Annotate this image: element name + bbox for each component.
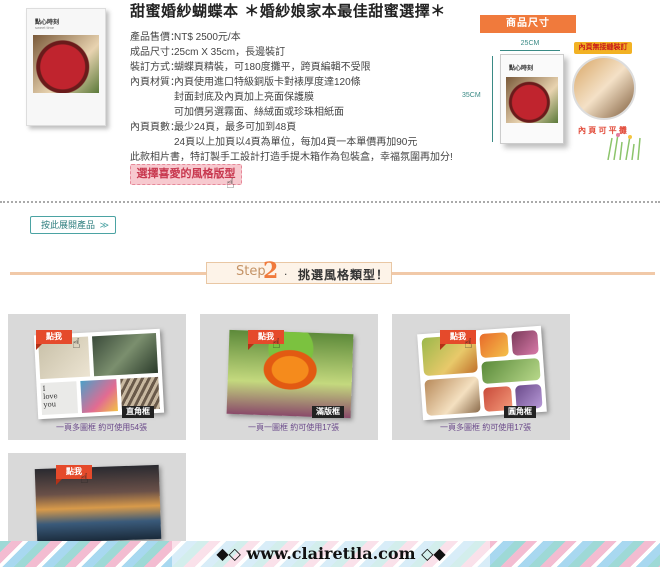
pointer-hand-icon: ☝ — [272, 335, 281, 351]
pointer-hand-icon: ☝ — [226, 175, 235, 191]
size-book-photo — [506, 77, 558, 123]
site-url[interactable]: ◆◇ www.clairetila.com ◇◆ — [172, 541, 490, 567]
height-dimension-line — [492, 56, 493, 142]
pointer-hand-icon: ☝ — [464, 335, 473, 351]
spec-row-binding: 裝訂方式：蝴蝶頁精裝，可180度攤平，跨頁編輯不受限 — [130, 62, 371, 73]
step-number: 2 — [263, 258, 279, 284]
expand-product-label: 按此展開產品 — [41, 220, 96, 230]
size-ribbon: 商品尺寸 — [474, 15, 582, 36]
section-divider — [0, 201, 660, 203]
frame-type-label: 滿版框 — [312, 406, 344, 418]
size-book-title: 點心時刻 — [509, 66, 534, 72]
spec-indent-line: 封面封底及內頁加上亮面保護膜 — [174, 92, 314, 103]
site-footer-banner: ◆◇ www.clairetila.com ◇◆ — [0, 541, 660, 567]
double-chevron-icon: ≫ — [99, 220, 109, 230]
expand-product-button[interactable]: 按此展開產品 ≫ — [30, 216, 116, 234]
grass-decoration-icon — [607, 133, 641, 160]
product-title: 甜蜜婚紗蝴蝶本 ＊婚紗娘家本最佳甜蜜選擇＊ — [130, 2, 446, 20]
step-dot: . — [284, 264, 288, 278]
style-card-square[interactable]: Ilove you 點我 ☝ 直角框 一頁多圖框 約可使用54張 — [8, 314, 186, 440]
width-dimension: 25CM — [520, 40, 540, 47]
step-title: 挑選風格類型！ — [298, 268, 390, 282]
fullbleed-preview — [226, 329, 354, 419]
card-caption: 一頁一圖框 約可使用17張 — [248, 423, 340, 432]
pick-me-tag[interactable]: 點我 — [36, 330, 72, 350]
product-thumbnail[interactable]: 點心時刻 sweet time — [26, 8, 106, 126]
product-section: 點心時刻 sweet time 甜蜜婚紗蝴蝶本 ＊婚紗娘家本最佳甜蜜選擇＊ 產品… — [0, 0, 660, 200]
card-caption: 一頁多圖框 約可使用54張 — [56, 423, 148, 432]
spec-row-pages: 內頁頁數：最少24頁，最多可加到48頁 — [130, 122, 297, 133]
height-dimension: 35CM — [462, 92, 481, 99]
spec-row-price: 產品售價：NT$ 2500元/本 — [130, 32, 241, 43]
step-word: Step — [236, 264, 266, 279]
spec-extra-note: 此款相片書，特訂製手工設計打造手提木箱作為包裝盒，幸福氛圍再加分! — [130, 152, 453, 163]
frame-type-label: 圓角框 — [504, 406, 536, 418]
thumbnail-book-subtitle: sweet time — [35, 25, 55, 30]
style-card-fourth[interactable]: 點我 ☝ — [8, 453, 186, 544]
spec-pages-indent: 24頁以上加頁以4頁為單位，每加4頁一本單價再加90元 — [174, 137, 418, 148]
pointer-hand-icon: ☝ — [80, 470, 89, 486]
style-card-fullbleed[interactable]: 點我 ☝ 滿版框 一頁一圖框 約可使用17張 — [200, 314, 378, 440]
night-scene-preview — [34, 464, 162, 544]
style-card-rounded[interactable]: 點我 ☝ 圓角框 一頁多圖框 約可使用17張 — [392, 314, 570, 440]
product-specs: 產品售價：NT$ 2500元/本 成品尺寸：25cm X 35cm，長邊裝訂 裝… — [130, 30, 453, 165]
seamless-binding-badge: 內頁無接縫裝訂 — [574, 42, 632, 54]
thumbnail-cover-photo — [33, 35, 99, 93]
lay-flat-photo — [572, 56, 636, 120]
frame-type-label: 直角框 — [122, 406, 154, 418]
spec-indent-line: 可加價另選霧面、絲絨面或珍珠相紙面 — [174, 107, 344, 118]
spec-row-material: 內頁材質：內頁使用進口特級銅版卡對裱厚度達120條 — [130, 77, 361, 88]
width-dimension-line — [500, 50, 560, 51]
pointer-hand-icon: ☝ — [72, 335, 81, 351]
spec-row-size: 成品尺寸：25cm X 35cm，長邊裝訂 — [130, 47, 286, 58]
card-caption: 一頁多圖框 約可使用17張 — [440, 423, 532, 432]
size-diagram-book: 點心時刻 — [500, 54, 564, 144]
